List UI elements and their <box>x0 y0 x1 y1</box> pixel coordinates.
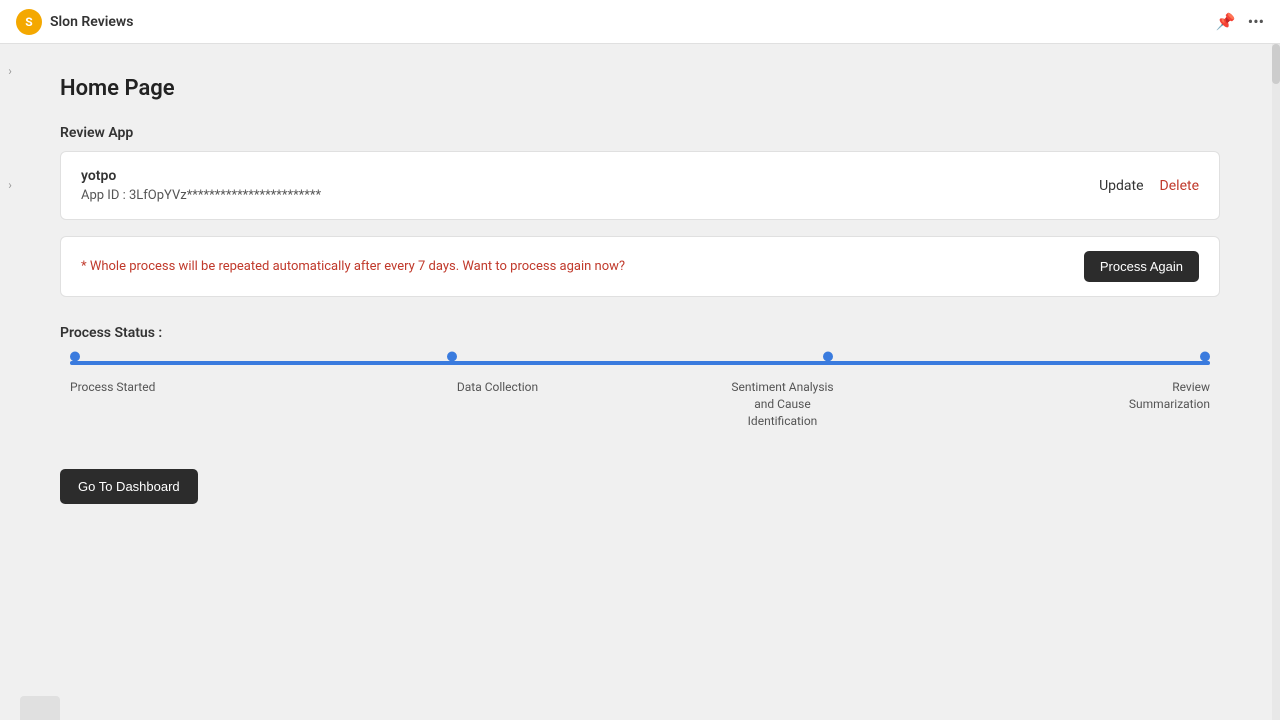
sidebar-expand-arrow[interactable]: › <box>8 64 12 78</box>
process-banner-text: * Whole process will be repeated automat… <box>81 259 625 274</box>
review-app-info: yotpo App ID : 3LfOpYVz*****************… <box>81 168 321 203</box>
progress-container: Process Started Data Collection Sentimen… <box>60 361 1220 429</box>
progress-labels: Process Started Data Collection Sentimen… <box>70 379 1210 429</box>
review-app-card: yotpo App ID : 3LfOpYVz*****************… <box>60 151 1220 220</box>
step-label-4: ReviewSummarization <box>925 379 1210 429</box>
process-again-banner: * Whole process will be repeated automat… <box>60 236 1220 297</box>
app-logo: S <box>16 9 42 35</box>
progress-dot-4 <box>1200 352 1210 362</box>
scrollbar-thumb[interactable] <box>1272 44 1280 84</box>
update-link[interactable]: Update <box>1099 178 1143 194</box>
page-title: Home Page <box>60 76 1220 101</box>
go-to-dashboard-button[interactable]: Go To Dashboard <box>60 469 198 504</box>
sidebar-expand-arrow-2[interactable]: › <box>8 178 12 192</box>
topbar-left: S Slon Reviews <box>16 9 133 35</box>
main-content: Home Page Review App yotpo App ID : 3LfO… <box>20 44 1260 536</box>
topbar: S Slon Reviews 📌 ••• <box>0 0 1280 44</box>
delete-link[interactable]: Delete <box>1160 178 1199 194</box>
progress-dot-1 <box>70 352 80 362</box>
progress-dot-2 <box>447 352 457 362</box>
step-label-3: Sentiment Analysisand CauseIdentificatio… <box>640 379 925 429</box>
app-title: Slon Reviews <box>50 14 133 30</box>
review-app-section-label: Review App <box>60 125 1220 141</box>
bottom-tab <box>20 696 60 720</box>
progress-dots <box>70 360 1210 367</box>
process-status-label: Process Status : <box>60 325 1220 341</box>
process-again-button[interactable]: Process Again <box>1084 251 1199 282</box>
progress-dot-3 <box>823 352 833 362</box>
scrollbar-track[interactable] <box>1272 44 1280 720</box>
step-label-1: Process Started <box>70 379 355 429</box>
sidebar: › › <box>0 44 20 720</box>
review-app-actions: Update Delete <box>1099 178 1199 194</box>
pin-icon[interactable]: 📌 <box>1216 12 1236 31</box>
step-label-2: Data Collection <box>355 379 640 429</box>
more-options-icon[interactable]: ••• <box>1248 12 1264 31</box>
review-app-id: App ID : 3LfOpYVz***********************… <box>81 188 321 203</box>
topbar-right: 📌 ••• <box>1216 12 1264 31</box>
review-app-name: yotpo <box>81 168 321 184</box>
progress-track <box>70 361 1210 365</box>
